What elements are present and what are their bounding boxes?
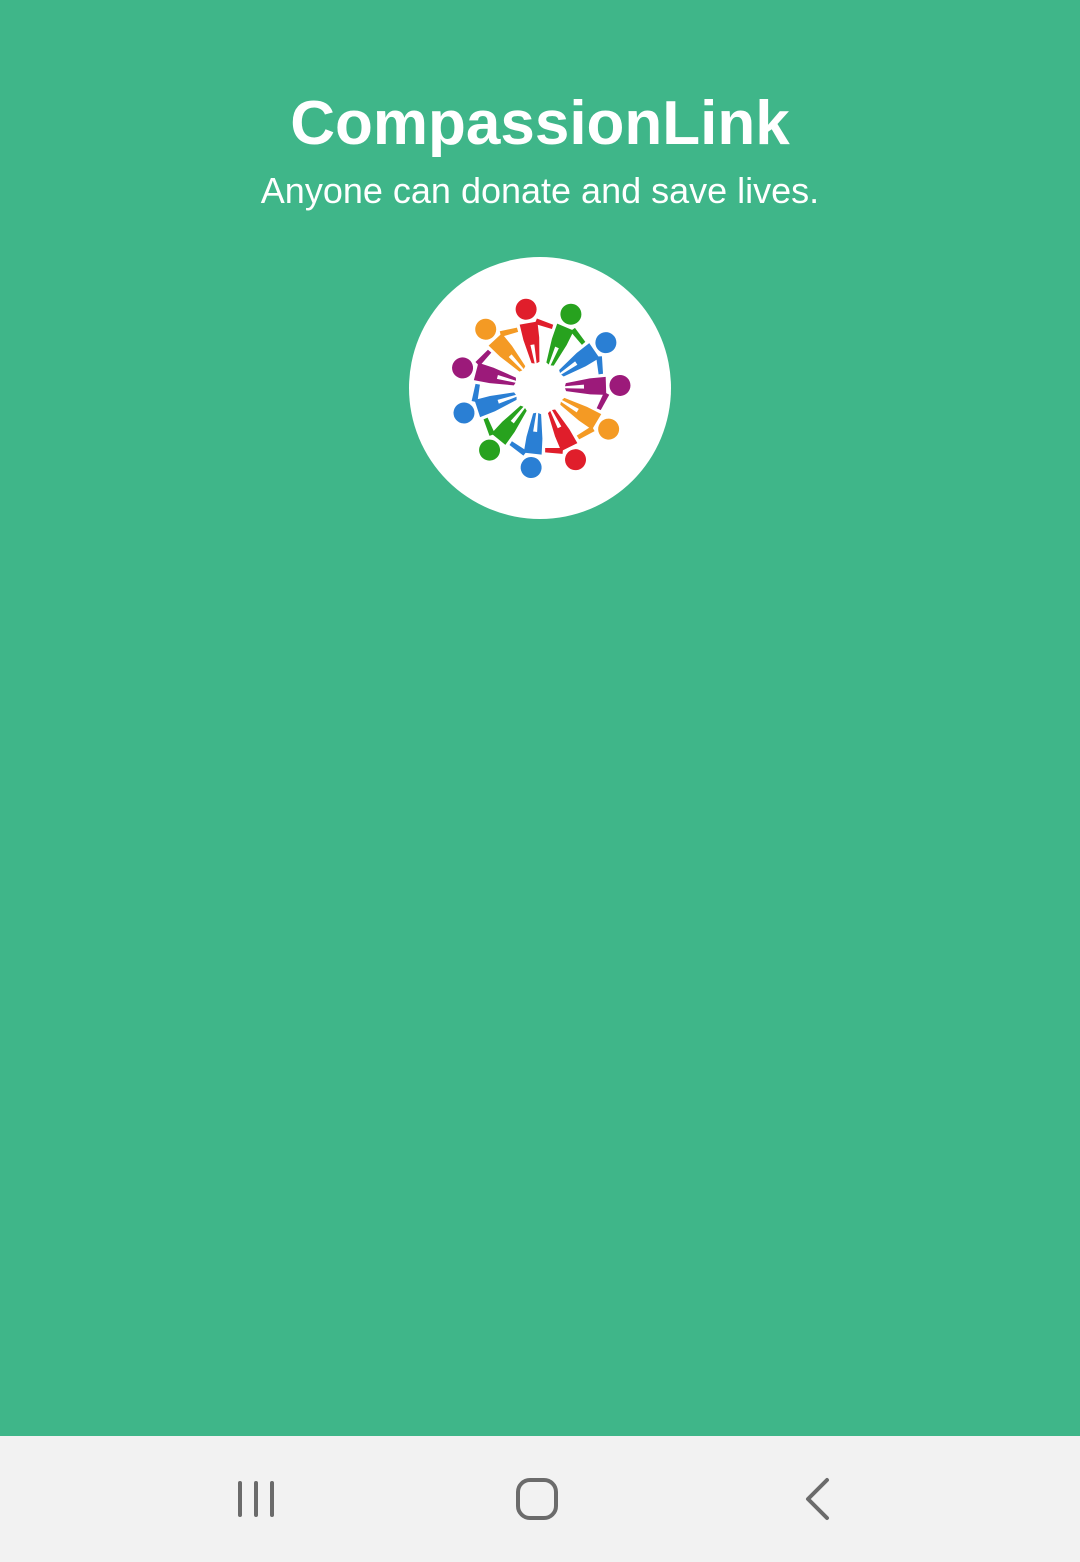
home-button[interactable] [477,1456,597,1542]
home-icon [516,1478,558,1520]
recents-icon [238,1481,274,1517]
back-icon [806,1478,829,1520]
app-tagline: Anyone can donate and save lives. [260,170,820,211]
screen: CompassionLink Anyone can donate and sav… [0,0,1080,1562]
app-logo [409,257,671,519]
people-circle-logo-icon [452,298,631,479]
logo-person-figure [515,298,554,364]
back-button[interactable] [758,1456,878,1542]
app-title: CompassionLink [290,89,790,158]
logo-person-figure [509,412,543,479]
splash-screen: CompassionLink Anyone can donate and sav… [0,0,1080,1436]
system-navigation-bar [0,1436,1080,1562]
recents-button[interactable] [196,1456,316,1542]
